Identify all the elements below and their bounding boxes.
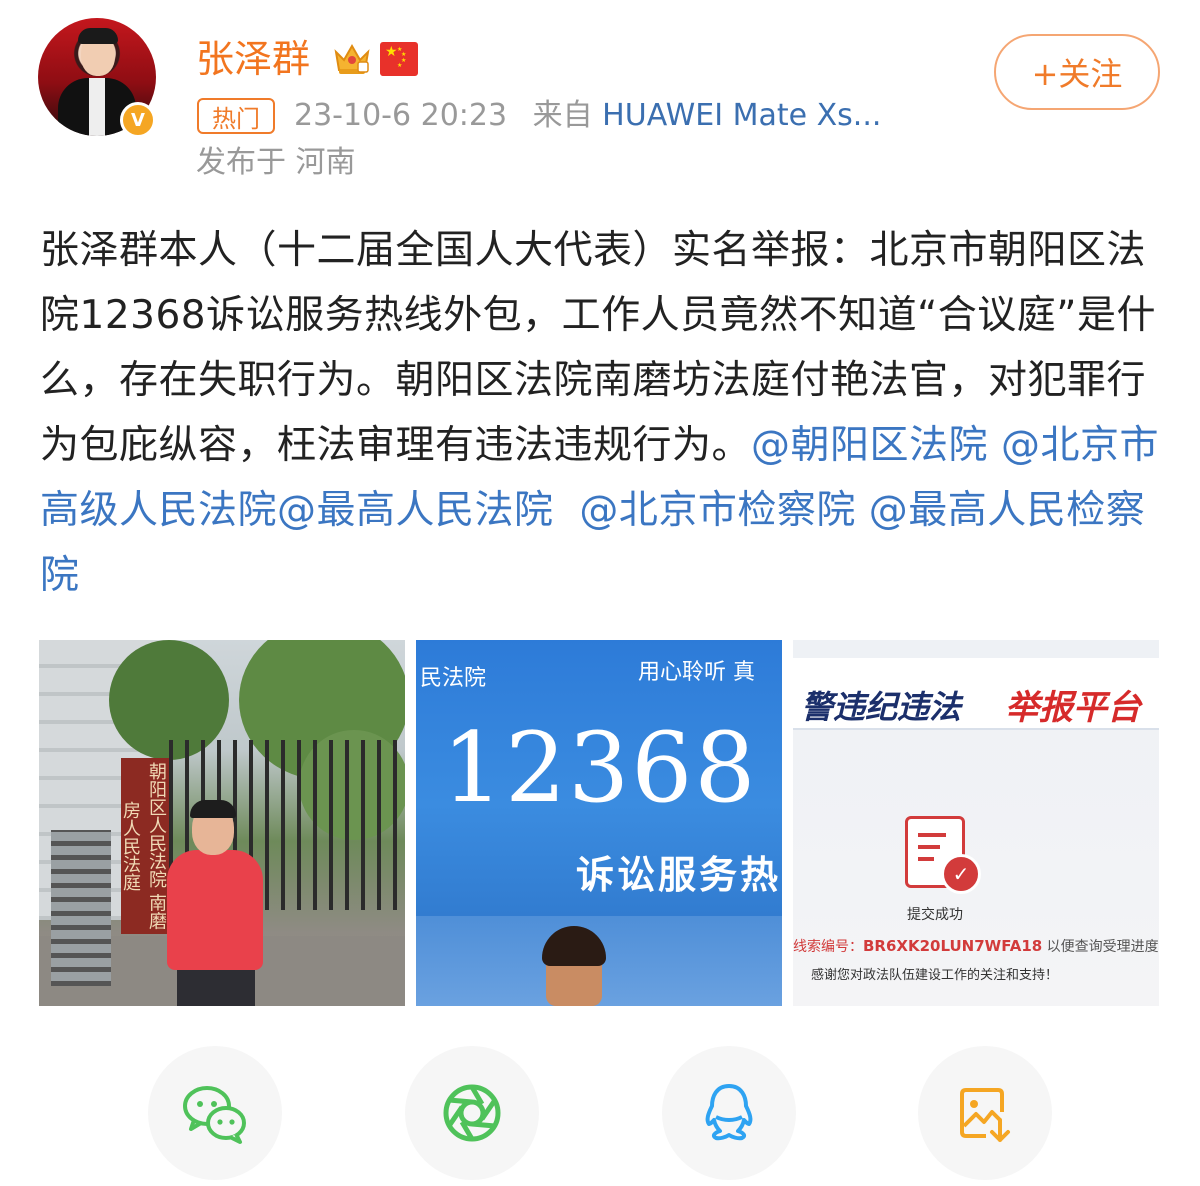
save-image-button[interactable] (918, 1046, 1052, 1180)
wechat-icon (183, 1086, 246, 1144)
hotline-number: 12368 (442, 712, 758, 824)
code-value: BR6XK20LUN7WFA18 (863, 937, 1043, 955)
crown-icon (334, 43, 370, 74)
banner-text-left: 民法院 (420, 666, 487, 691)
banner-title-left: 警违纪违法 (801, 688, 962, 726)
avatar-hair (78, 28, 118, 44)
post-image-3[interactable]: 警违纪违法 举报平台 ✓ 提交成功 线索编号：BR6XK20LUN7WFA18 … (793, 640, 1159, 1006)
post-body: 张泽群本人（十二届全国人大代表）实名举报：北京市朝阳区法院12368诉讼服务热线… (40, 228, 1156, 468)
banner-top: 民法院 用心聆听 真 (416, 640, 782, 700)
share-qq-button[interactable] (662, 1046, 796, 1180)
court-sign: 朝阳区人民法院 南磨房人民法庭 (120, 758, 169, 934)
hot-badge: 热门 (197, 98, 275, 134)
save-image-icon (960, 1088, 1010, 1142)
mention-link[interactable]: @朝阳区法院 (751, 423, 988, 468)
qq-icon (705, 1084, 753, 1141)
gate (51, 830, 111, 986)
clue-code: 线索编号：BR6XK20LUN7WFA18 以便查询受理进度。 (793, 936, 1159, 956)
china-flag-icon: ★ ★ ★ ★ ★ (380, 42, 418, 76)
mention-link[interactable]: @北京市检察院 (579, 488, 856, 533)
platform-banner: 警违纪违法 举报平台 (793, 658, 1159, 730)
source-prefix: 来自 (532, 98, 593, 133)
share-moments-button[interactable] (405, 1046, 539, 1180)
mention-link[interactable]: @最高人民法院 (277, 488, 554, 533)
moments-icon (443, 1084, 501, 1142)
share-wechat-button[interactable] (148, 1046, 282, 1180)
submit-status: 提交成功 (907, 907, 963, 923)
location: 发布于 河南 (196, 145, 356, 180)
person-legs (177, 965, 255, 1006)
source-device-link[interactable]: HUAWEI Mate Xs... (602, 98, 881, 133)
banner-text-right: 用心聆听 真 (638, 660, 755, 685)
check-circle-icon: ✓ (941, 854, 981, 894)
timestamp: 23-10-6 20:23 (294, 98, 508, 133)
post-meta: 23-10-6 20:23 来自 HUAWEI Mate Xs... (294, 92, 881, 140)
follow-button[interactable]: +关注 (994, 34, 1160, 110)
banner-title-right: 举报平台 (1005, 688, 1141, 728)
hotline-subtitle: 诉讼服务热 (576, 853, 782, 897)
code-label: 线索编号： (793, 939, 863, 955)
verified-badge-icon: V (120, 102, 156, 138)
thanks-text: 感谢您对政法队伍建设工作的关注和支持！ (811, 968, 1059, 983)
code-suffix: 以便查询受理进度。 (1046, 939, 1159, 955)
post-image-1[interactable]: 朝阳区人民法院 南磨房人民法庭 (39, 640, 405, 1006)
post-text: 张泽群本人（十二届全国人大代表）实名举报：北京市朝阳区法院12368诉讼服务热线… (40, 218, 1165, 608)
username[interactable]: 张泽群 (196, 34, 310, 84)
post-image-2[interactable]: 民法院 用心聆听 真 12368 诉讼服务热 (416, 640, 782, 1006)
person-shirt (167, 850, 263, 970)
person-hair (190, 800, 236, 818)
